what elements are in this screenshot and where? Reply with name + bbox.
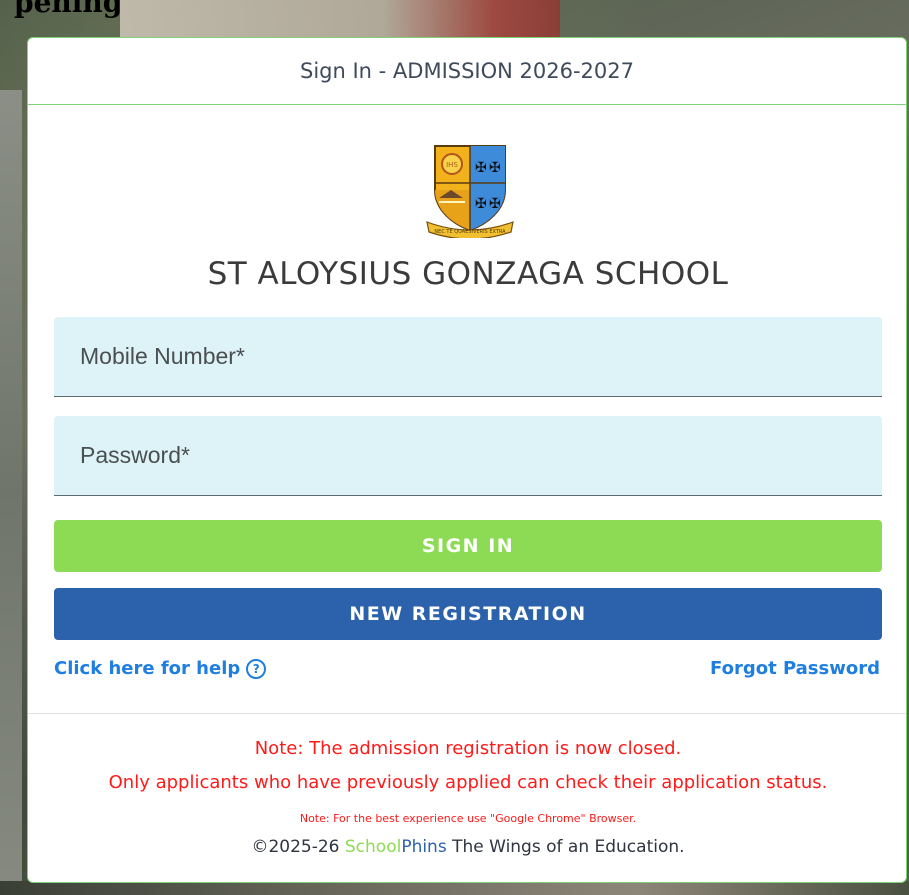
forgot-password-link[interactable]: Forgot Password bbox=[710, 658, 880, 679]
footer: ©2025-26 SchoolPhins The Wings of an Edu… bbox=[28, 837, 908, 857]
page-title: Sign In - ADMISSION 2026-2027 bbox=[300, 59, 634, 83]
footer-copyright: ©2025-26 bbox=[251, 837, 345, 857]
help-link-label: Click here for help bbox=[54, 658, 241, 679]
login-card: Sign In - ADMISSION 2026-2027 IHS ✠ ✠ ✠ … bbox=[27, 37, 907, 883]
new-registration-label: NEW REGISTRATION bbox=[349, 603, 587, 625]
svg-text:✠: ✠ bbox=[489, 196, 501, 212]
password-input[interactable] bbox=[78, 441, 882, 470]
svg-text:✠: ✠ bbox=[489, 160, 501, 176]
svg-text:✠: ✠ bbox=[475, 160, 487, 176]
mobile-number-input[interactable] bbox=[78, 342, 882, 371]
background-road bbox=[0, 90, 22, 895]
svg-text:NEC TE QUAESIVERIS EXTRA: NEC TE QUAESIVERIS EXTRA bbox=[434, 229, 506, 235]
svg-text:✠: ✠ bbox=[475, 196, 487, 212]
question-circle-icon: ? bbox=[246, 658, 267, 679]
svg-text:IHS: IHS bbox=[446, 161, 458, 169]
mobile-number-field bbox=[54, 317, 882, 397]
school-crest-icon: IHS ✠ ✠ ✠ ✠ NEC TE QUAESIVERIS EXTRA bbox=[426, 145, 514, 238]
background-bottom bbox=[0, 881, 909, 895]
school-name: ST ALOYSIUS GONZAGA SCHOOL bbox=[207, 256, 729, 292]
sign-in-label: SIGN IN bbox=[421, 535, 515, 557]
application-status-note: Only applicants who have previously appl… bbox=[108, 772, 828, 793]
browser-note: Note: For the best experience use "Googl… bbox=[299, 812, 637, 825]
background-heading: pening bbox=[14, 0, 123, 19]
help-link[interactable]: Click here for help ? bbox=[54, 658, 267, 679]
registration-closed-note: Note: The admission registration is now … bbox=[254, 738, 682, 759]
brand-phins: Phins bbox=[401, 837, 447, 857]
background-roof bbox=[120, 0, 560, 40]
footer-tagline: The Wings of an Education. bbox=[446, 837, 685, 857]
divider bbox=[28, 713, 906, 714]
new-registration-button[interactable]: NEW REGISTRATION bbox=[54, 588, 882, 640]
card-header: Sign In - ADMISSION 2026-2027 bbox=[28, 38, 906, 105]
brand-school: School bbox=[344, 837, 402, 857]
password-field bbox=[54, 416, 882, 496]
sign-in-button[interactable]: SIGN IN bbox=[54, 520, 882, 572]
